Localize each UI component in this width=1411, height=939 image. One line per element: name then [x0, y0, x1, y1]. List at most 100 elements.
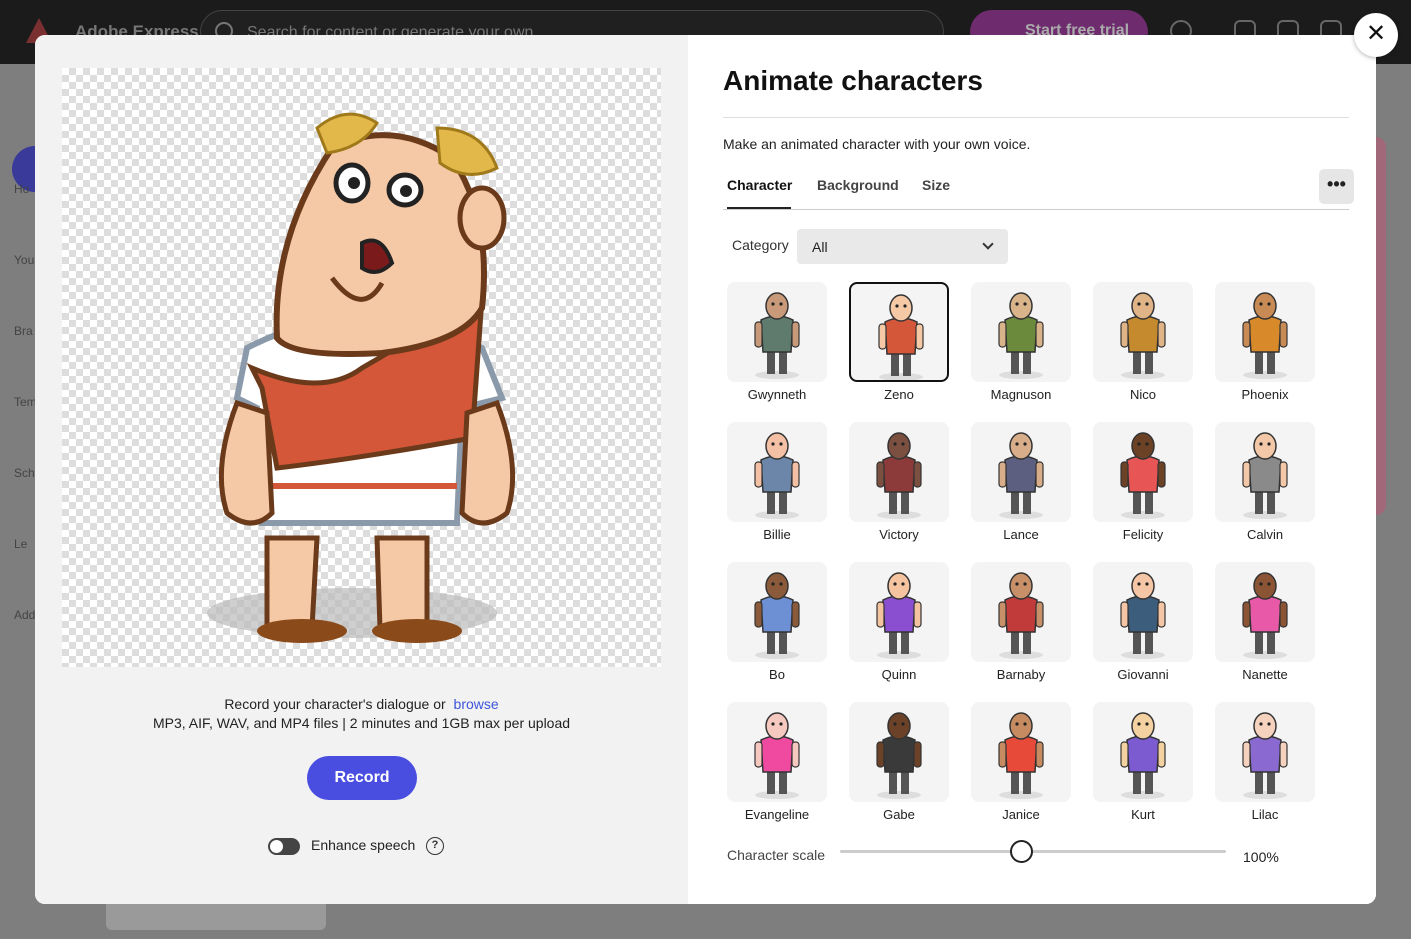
character-name: Evangeline [744, 807, 810, 822]
sidebar-label: Add [14, 608, 36, 622]
tab-size[interactable]: Size [922, 177, 950, 193]
browse-link[interactable]: browse [454, 696, 499, 712]
character-name: Nanette [1242, 667, 1288, 682]
character-figure [876, 572, 922, 659]
tab-divider [723, 209, 1349, 210]
character-option[interactable]: Victory [849, 422, 951, 542]
character-option[interactable]: Nanette [1215, 562, 1317, 682]
character-option[interactable]: Calvin [1215, 422, 1317, 542]
character-option[interactable]: Felicity [1093, 422, 1195, 542]
character-option[interactable]: Billie [727, 422, 829, 542]
character-figure [998, 572, 1044, 659]
character-thumbnail [1093, 702, 1193, 802]
character-option[interactable]: Giovanni [1093, 562, 1195, 682]
sidebar-label: Bra [14, 324, 33, 338]
character-thumbnail [1215, 562, 1315, 662]
character-name: Giovanni [1117, 667, 1169, 682]
character-option[interactable]: Gwynneth [727, 282, 829, 402]
character-figure [754, 572, 800, 659]
character-name: Felicity [1122, 527, 1164, 542]
character-name: Phoenix [1241, 387, 1289, 402]
sidebar-label: You [14, 253, 35, 267]
character-scale-value: 100% [1243, 849, 1279, 865]
character-thumbnail [971, 282, 1071, 382]
character-name: Calvin [1246, 527, 1284, 542]
character-option[interactable]: Barnaby [971, 562, 1073, 682]
character-figure [754, 292, 800, 379]
sidebar-label: Sch [14, 466, 35, 480]
record-hint: Record your character's dialogue or brow… [35, 696, 688, 712]
panel-subtitle: Make an animated character with your own… [723, 136, 1031, 152]
character-option[interactable]: Zeno [849, 282, 951, 402]
character-scale-label: Character scale [727, 847, 826, 863]
character-thumbnail [849, 562, 949, 662]
sidebar-label: Le [14, 537, 28, 551]
tab-background[interactable]: Background [817, 177, 899, 193]
character-thumbnail [849, 422, 949, 522]
character-thumbnail [971, 422, 1071, 522]
character-thumbnail [727, 282, 827, 382]
character-thumbnail [1215, 422, 1315, 522]
character-option[interactable]: Evangeline [727, 702, 829, 822]
category-select[interactable]: All [797, 229, 1008, 264]
character-name: Kurt [1131, 807, 1155, 822]
character-option[interactable]: Janice [971, 702, 1073, 822]
character-option[interactable]: Lilac [1215, 702, 1317, 822]
character-figure [1120, 712, 1166, 799]
character-option[interactable]: Gabe [849, 702, 951, 822]
character-name: Bo [769, 667, 785, 682]
close-button[interactable]: ✕ [1354, 13, 1398, 57]
record-hint-text: Record your character's dialogue or [224, 696, 446, 712]
character-thumbnail [849, 282, 949, 382]
character-scale-handle[interactable] [1010, 840, 1034, 863]
enhance-speech-toggle[interactable] [268, 838, 300, 855]
character-figure [1242, 712, 1288, 799]
toggle-knob [270, 840, 283, 853]
character-grid: Gwynneth Zeno Magnuson Nico Phoenix Billie Vic… [727, 282, 1327, 822]
title-divider [723, 117, 1349, 118]
tab-character[interactable]: Character [727, 177, 792, 193]
character-figure [998, 712, 1044, 799]
character-name: Quinn [881, 667, 917, 682]
record-button[interactable]: Record [307, 756, 417, 800]
character-option[interactable]: Bo [727, 562, 829, 682]
character-option[interactable]: Nico [1093, 282, 1195, 402]
character-name: Barnaby [996, 667, 1046, 682]
character-option[interactable]: Lance [971, 422, 1073, 542]
file-format-hint: MP3, AIF, WAV, and MP4 files | 2 minutes… [152, 715, 571, 731]
character-option[interactable]: Kurt [1093, 702, 1195, 822]
character-thumbnail [1093, 282, 1193, 382]
character-option[interactable]: Phoenix [1215, 282, 1317, 402]
character-thumbnail [849, 702, 949, 802]
character-name: Victory [879, 527, 919, 542]
preview-pane: Record your character's dialogue or brow… [35, 35, 688, 904]
settings-pane: Animate characters Make an animated char… [688, 35, 1376, 904]
character-thumbnail [727, 562, 827, 662]
character-option[interactable]: Quinn [849, 562, 951, 682]
chevron-down-icon [982, 238, 994, 250]
more-options-button[interactable]: ••• [1319, 169, 1354, 204]
character-name: Gwynneth [747, 387, 807, 402]
character-figure [998, 432, 1044, 519]
character-name: Nico [1129, 387, 1156, 402]
character-thumbnail [1093, 562, 1193, 662]
character-figure [754, 432, 800, 519]
help-icon[interactable]: ? [426, 837, 444, 855]
character-thumbnail [727, 422, 827, 522]
character-preview-canvas [62, 68, 661, 667]
category-label: Category [732, 237, 789, 253]
character-figure [754, 712, 800, 799]
character-figure [878, 294, 924, 380]
character-thumbnail [1215, 702, 1315, 802]
character-figure [876, 712, 922, 799]
character-figure [1120, 572, 1166, 659]
category-value: All [812, 239, 828, 255]
sidebar-label: Tem [14, 395, 37, 409]
character-thumbnail [971, 702, 1071, 802]
character-name: Lance [1003, 527, 1039, 542]
enhance-speech-label: Enhance speech [311, 837, 416, 853]
sidebar-label: Ho [14, 182, 30, 196]
character-option[interactable]: Magnuson [971, 282, 1073, 402]
character-name: Magnuson [990, 387, 1052, 402]
zeno-character-preview [207, 112, 516, 643]
